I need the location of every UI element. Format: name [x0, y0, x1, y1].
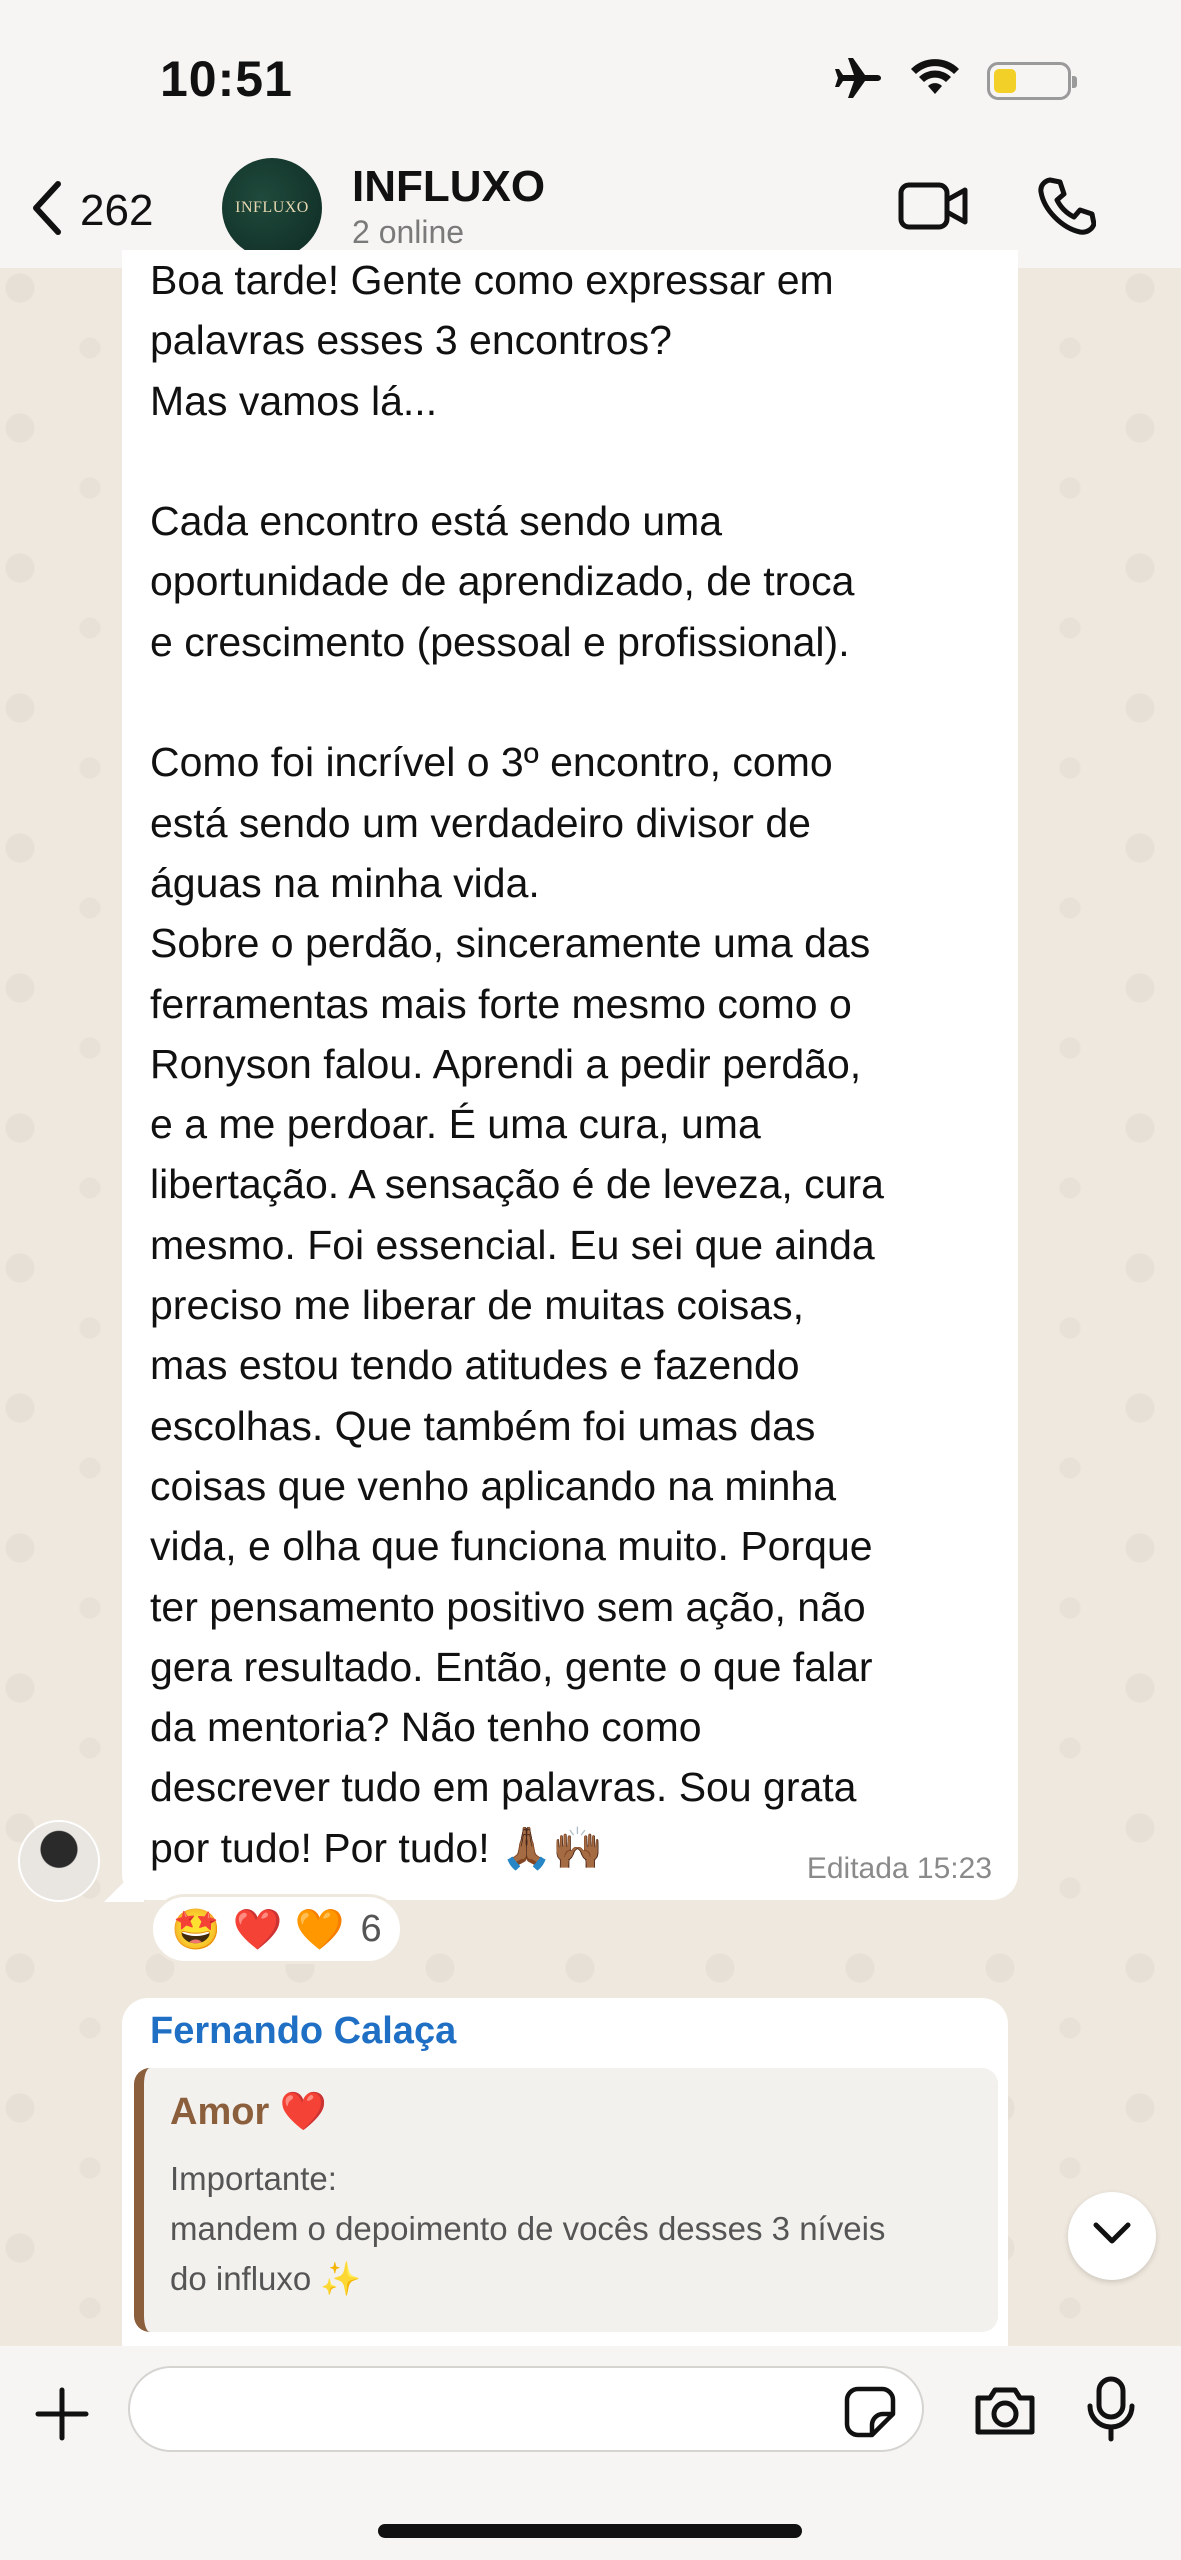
sticker-icon[interactable] [844, 2386, 896, 2443]
battery-icon [987, 61, 1077, 100]
message-bubble[interactable]: Fernando Calaça Amor ❤️ Importante: mand… [122, 1998, 1008, 2346]
message-text: Boa tarde! Gente como expressar em palav… [150, 257, 884, 1871]
composer [0, 2346, 1181, 2560]
status-time: 10:51 [160, 51, 293, 107]
message-input[interactable] [128, 2366, 924, 2452]
quoted-text: Importante: mandem o depoimento de vocês… [170, 2160, 886, 2297]
reaction-count: 6 [360, 1907, 382, 1950]
battery-level [994, 68, 1016, 93]
reactions-bar[interactable]: 🤩 ❤️ 🧡 6 [150, 1894, 403, 1964]
reaction-emoji: 🧡 [294, 1907, 345, 1952]
reaction-emoji: 🤩 [171, 1907, 221, 1952]
message-meta: Editada 15:23 [806, 1852, 992, 1885]
group-status: 2 online [352, 214, 465, 250]
video-call-icon[interactable] [898, 180, 970, 237]
reaction-emoji: ❤️ [232, 1907, 283, 1952]
wifi-icon [909, 58, 961, 103]
scroll-to-bottom-button[interactable] [1068, 2192, 1156, 2280]
unread-count: 262 [80, 185, 154, 235]
group-name[interactable]: INFLUXO [352, 162, 545, 212]
camera-icon[interactable] [972, 2384, 1038, 2443]
home-indicator [378, 2524, 802, 2538]
chevron-left-icon [30, 180, 64, 241]
chevron-down-icon [1092, 2221, 1132, 2252]
phone-icon[interactable] [1036, 176, 1097, 241]
quoted-message[interactable]: Amor ❤️ Importante: mandem o depoimento … [134, 2068, 998, 2332]
status-icons [835, 56, 1077, 105]
status-bar: 10:51 [0, 0, 1181, 160]
quoted-sender: Amor ❤️ [170, 2091, 328, 2133]
back-button[interactable]: 262 [30, 180, 153, 241]
sender-name[interactable]: Fernando Calaça [150, 2010, 456, 2053]
plus-icon[interactable] [34, 2386, 90, 2447]
sender-avatar[interactable] [18, 1820, 100, 1902]
airplane-icon [835, 56, 883, 105]
message-bubble[interactable]: Boa tarde! Gente como expressar em palav… [122, 250, 1018, 1900]
group-avatar[interactable]: INFLUXO [222, 158, 322, 258]
microphone-icon[interactable] [1086, 2376, 1136, 2447]
group-avatar-logo: INFLUXO [235, 199, 309, 216]
